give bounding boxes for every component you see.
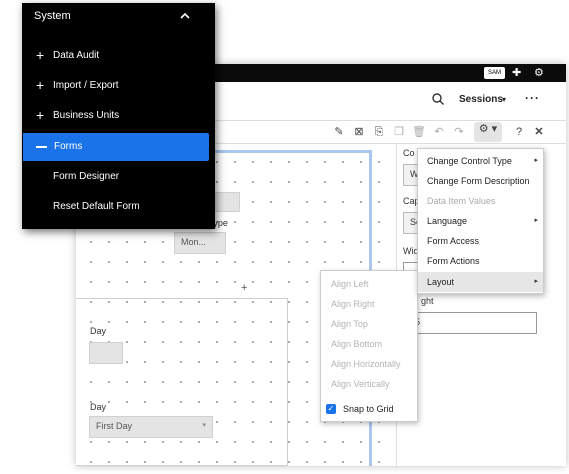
language-item[interactable]: Language ▸: [418, 211, 543, 231]
sidebar-item-label: Reset Default Form: [53, 201, 140, 212]
minus-icon: [36, 146, 47, 148]
chevron-up-icon[interactable]: [178, 9, 192, 23]
chevron-right-icon: ▸: [534, 157, 538, 164]
change-control-type-item[interactable]: Change Control Type ▸: [418, 151, 543, 171]
form-access-item[interactable]: Form Access: [418, 231, 543, 251]
menu-item-label: Layout: [427, 277, 455, 287]
more-options-icon[interactable]: ···: [525, 91, 540, 105]
save-icon[interactable]: ⊠: [352, 125, 366, 139]
align-vertically-item[interactable]: Align Vertically: [331, 379, 390, 389]
section-container[interactable]: [76, 298, 288, 466]
align-horizontally-item[interactable]: Align Horizontally: [331, 359, 401, 369]
first-day-dropdown[interactable]: First Day ▾: [89, 416, 213, 438]
delete-icon[interactable]: 🗑: [412, 125, 426, 139]
sidebar-item-label: Data Audit: [53, 50, 100, 61]
sidebar-item-data-audit[interactable]: + Data Audit: [22, 42, 208, 70]
align-bottom-item[interactable]: Align Bottom: [331, 339, 382, 349]
menu-item-label: Form Access: [427, 236, 480, 246]
menu-item-label: Language: [427, 216, 468, 226]
undo-icon[interactable]: ↶: [432, 125, 446, 139]
align-top-item[interactable]: Align Top: [331, 319, 368, 329]
move-handle-icon[interactable]: +: [241, 282, 247, 294]
system-menu: System + Data Audit + Import / Export + …: [22, 3, 215, 229]
sidebar-item-label: Business Units: [53, 110, 120, 121]
align-right-item[interactable]: Align Right: [331, 299, 375, 309]
chevron-down-icon[interactable]: ▾: [502, 95, 506, 104]
settings-icon[interactable]: ⚙: [534, 65, 544, 81]
first-day-value: First Day: [96, 421, 132, 431]
add-icon[interactable]: ✚: [512, 65, 521, 81]
edit-icon[interactable]: ✎: [332, 125, 346, 139]
sidebar-item-label: Form Designer: [53, 171, 120, 182]
close-icon[interactable]: ✕: [532, 125, 546, 139]
settings-dropdown-button[interactable]: ⚙ ▾: [474, 122, 502, 142]
checkbox-checked-icon[interactable]: ✓: [326, 404, 336, 414]
day-label-2: Day: [90, 402, 107, 412]
chevron-down-icon: ▾: [202, 422, 206, 429]
height-label: ght: [421, 296, 434, 306]
align-left-item[interactable]: Align Left: [331, 279, 369, 289]
sessions-menu[interactable]: Sessions: [459, 94, 503, 105]
property-label: Co: [403, 148, 415, 158]
plus-icon: +: [36, 107, 45, 123]
sidebar-item-import-export[interactable]: + Import / Export: [22, 72, 208, 100]
sidebar-item-reset-default-form[interactable]: Reset Default Form: [22, 193, 208, 221]
sidebar-item-forms[interactable]: Forms: [23, 133, 209, 161]
plus-icon: +: [36, 77, 45, 93]
form-actions-item[interactable]: Form Actions: [418, 251, 543, 271]
settings-menu: Change Control Type ▸ Change Form Descri…: [417, 148, 544, 294]
layout-submenu: Align Left Align Right Align Top Align B…: [320, 270, 418, 422]
menu-item-label: Change Control Type: [427, 156, 512, 166]
copy-icon[interactable]: ❐: [392, 125, 406, 139]
sidebar-item-label: Forms: [54, 141, 83, 152]
sidebar-item-business-units[interactable]: + Business Units: [22, 102, 208, 130]
menu-item-label: Change Form Description: [427, 176, 530, 186]
system-menu-title: System: [34, 10, 71, 22]
data-item-values-item[interactable]: Data Item Values: [418, 191, 543, 211]
day-input[interactable]: [89, 342, 123, 364]
help-icon[interactable]: ?: [512, 125, 526, 139]
user-avatar[interactable]: SAM: [484, 67, 506, 79]
snap-to-grid-label: Snap to Grid: [343, 404, 394, 414]
search-icon[interactable]: [431, 92, 445, 106]
redo-icon[interactable]: ↷: [452, 125, 466, 139]
sidebar-item-label: Import / Export: [53, 80, 119, 91]
plus-icon: +: [36, 47, 45, 63]
height-input[interactable]: 95: [403, 312, 537, 334]
system-menu-header[interactable]: System: [22, 3, 215, 31]
day-label: Day: [90, 326, 107, 336]
type-dropdown[interactable]: Mon...: [174, 232, 226, 254]
menu-item-label: Form Actions: [427, 256, 480, 266]
export-icon[interactable]: ⎘: [372, 125, 386, 139]
chevron-right-icon: ▸: [534, 217, 538, 224]
layout-item[interactable]: Layout ▸: [418, 272, 543, 292]
sidebar-item-form-designer[interactable]: Form Designer: [22, 163, 208, 191]
menu-item-label: Data Item Values: [427, 196, 496, 206]
chevron-right-icon: ▸: [534, 278, 538, 285]
change-form-description-item[interactable]: Change Form Description: [418, 171, 543, 191]
